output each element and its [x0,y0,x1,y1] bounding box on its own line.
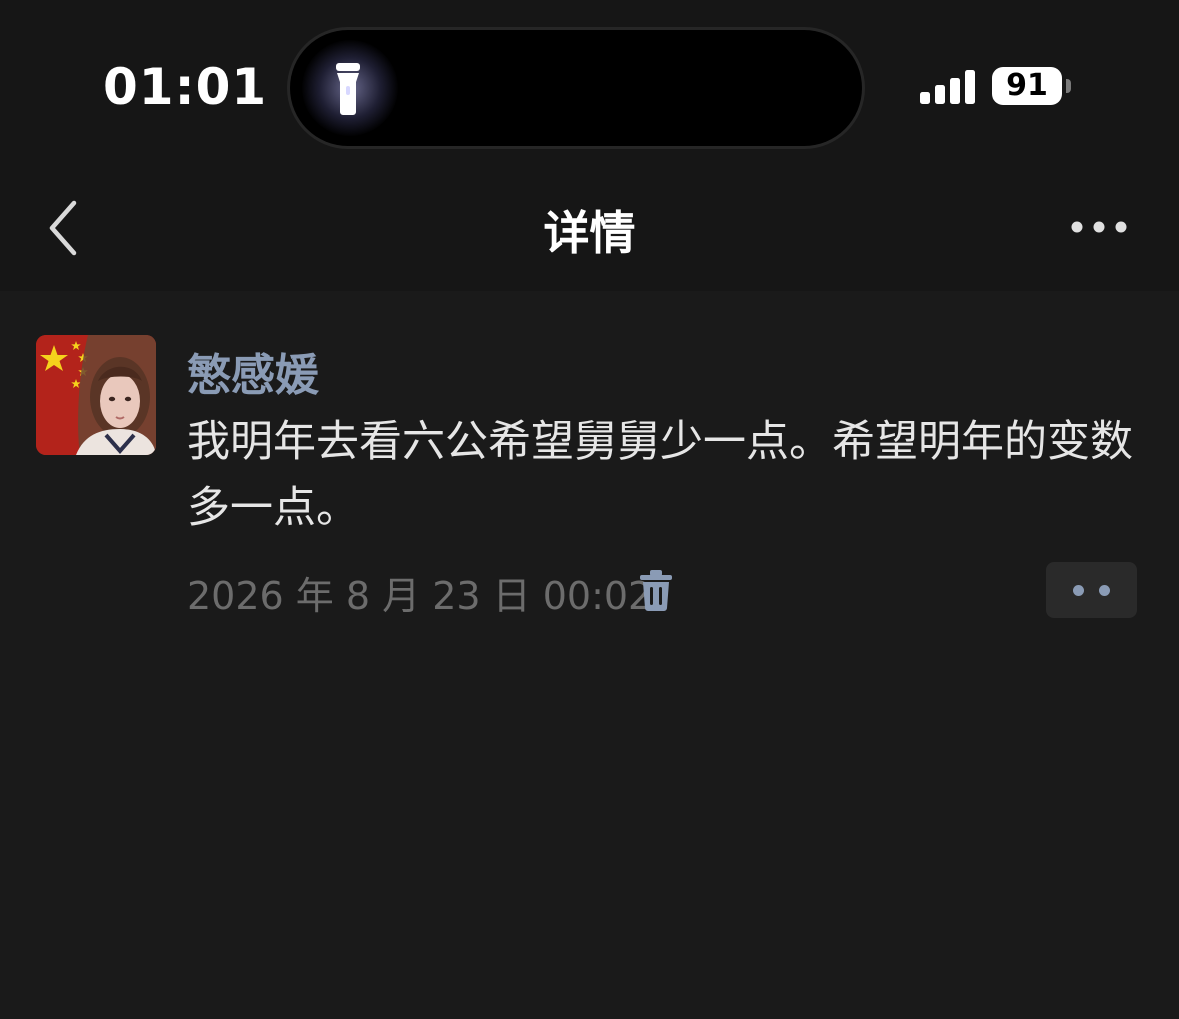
nav-bar: 详情 [0,175,1179,291]
battery-nub [1066,79,1071,93]
post-timestamp: 2026 年 8 月 23 日 00:02 [187,574,653,618]
trash-icon[interactable] [638,569,674,611]
comment-dot [1073,585,1084,596]
author-name[interactable]: 慜感媛 [187,339,319,403]
post-detail: 慜感媛 我明年去看六公希望舅舅少一点。希望明年的变数多一点。 2026 年 8 … [0,291,1179,1019]
avatar-image [36,335,156,455]
flashlight-icon [336,63,360,115]
battery-icon: 91 [992,67,1062,105]
status-bar: 01:01 91 [0,0,1179,175]
comment-dot [1099,585,1110,596]
avatar[interactable] [36,335,156,455]
comment-dots-icon[interactable] [1046,562,1137,618]
dynamic-island[interactable] [290,30,862,146]
status-time: 01:01 [103,58,268,116]
post-body: 我明年去看六公希望舅舅少一点。希望明年的变数多一点。 [187,417,1133,533]
cellular-signal-icon [920,70,975,104]
page-title: 详情 [543,206,636,260]
more-horizontal-icon[interactable] [1062,205,1136,249]
